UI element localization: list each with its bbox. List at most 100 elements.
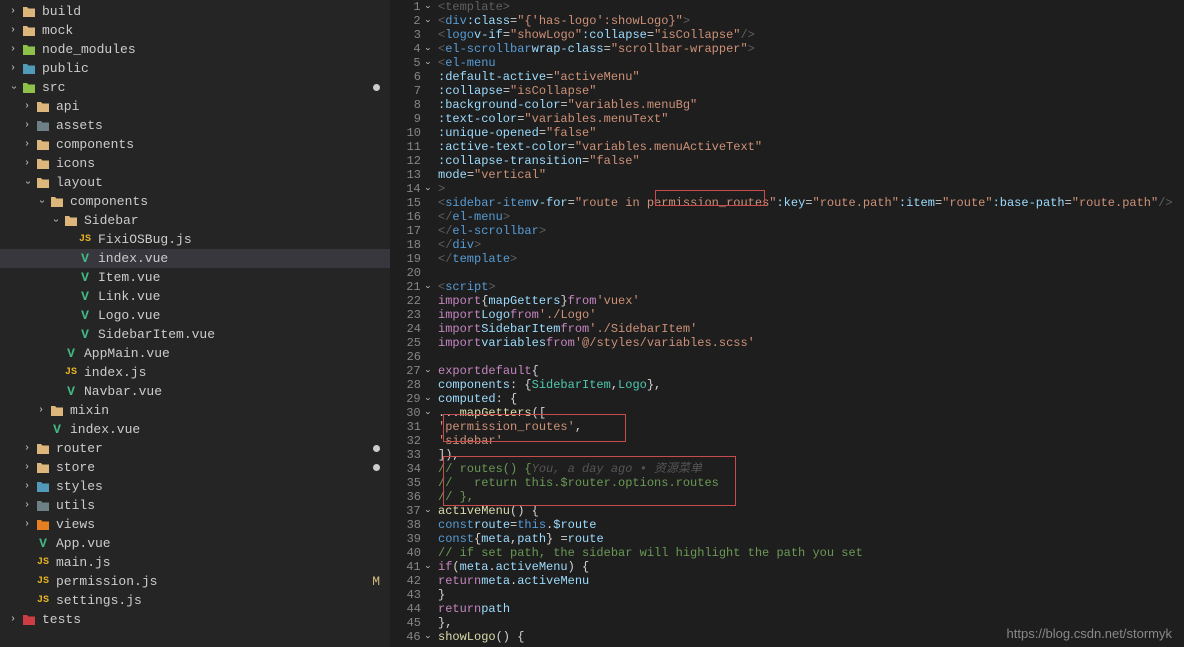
code-line[interactable]: <script> xyxy=(438,280,1184,294)
code-line[interactable]: 'sidebar' xyxy=(438,434,1184,448)
code-line[interactable]: activeMenu() { xyxy=(438,504,1184,518)
code-line[interactable]: const { meta, path } = route xyxy=(438,532,1184,546)
code-line[interactable]: import variables from '@/styles/variable… xyxy=(438,336,1184,350)
expand-arrow-icon[interactable]: › xyxy=(6,82,20,93)
code-line[interactable]: </template> xyxy=(438,252,1184,266)
tree-item-Navbar-vue[interactable]: VNavbar.vue xyxy=(0,382,390,401)
code-line[interactable]: :background-color="variables.menuBg" xyxy=(438,98,1184,112)
code-line[interactable]: // }, xyxy=(438,490,1184,504)
code-line[interactable]: // if set path, the sidebar will highlig… xyxy=(438,546,1184,560)
code-line[interactable]: export default { xyxy=(438,364,1184,378)
tree-item-public[interactable]: ›public xyxy=(0,59,390,78)
code-line[interactable]: computed: { xyxy=(438,392,1184,406)
code-line[interactable]: import { mapGetters } from 'vuex' xyxy=(438,294,1184,308)
code-line[interactable]: <el-menu xyxy=(438,56,1184,70)
code-line[interactable]: ...mapGetters([ xyxy=(438,406,1184,420)
expand-arrow-icon[interactable]: › xyxy=(20,500,34,511)
code-line[interactable]: return path xyxy=(438,602,1184,616)
tree-item-build[interactable]: ›build xyxy=(0,2,390,21)
code-line[interactable]: // routes() { You, a day ago • 资源菜单 xyxy=(438,462,1184,476)
code-line[interactable] xyxy=(438,266,1184,280)
tree-item-store[interactable]: ›store xyxy=(0,458,390,477)
expand-arrow-icon[interactable]: › xyxy=(20,158,34,169)
code-line[interactable]: const route = this.$route xyxy=(438,518,1184,532)
code-line[interactable]: :collapse-transition="false" xyxy=(438,154,1184,168)
tree-item-utils[interactable]: ›utils xyxy=(0,496,390,515)
expand-arrow-icon[interactable]: › xyxy=(20,519,34,530)
tree-item-Item-vue[interactable]: VItem.vue xyxy=(0,268,390,287)
code-line[interactable]: mode="vertical" xyxy=(438,168,1184,182)
tree-item-components[interactable]: ›components xyxy=(0,135,390,154)
code-line[interactable]: import Logo from './Logo' xyxy=(438,308,1184,322)
tree-item-App-vue[interactable]: VApp.vue xyxy=(0,534,390,553)
line-number: 6 xyxy=(390,70,430,84)
tree-item-settings-js[interactable]: JSsettings.js xyxy=(0,591,390,610)
code-line[interactable] xyxy=(438,350,1184,364)
tree-item-router[interactable]: ›router xyxy=(0,439,390,458)
tree-item-src[interactable]: ›src xyxy=(0,78,390,97)
tree-item-index-vue[interactable]: Vindex.vue xyxy=(0,420,390,439)
code-line[interactable]: </div> xyxy=(438,238,1184,252)
code-line[interactable]: </el-scrollbar> xyxy=(438,224,1184,238)
code-line[interactable]: // return this.$router.options.routes xyxy=(438,476,1184,490)
expand-arrow-icon[interactable]: › xyxy=(20,139,34,150)
expand-arrow-icon[interactable]: › xyxy=(20,443,34,454)
expand-arrow-icon[interactable]: › xyxy=(6,6,20,17)
tree-item-mixin[interactable]: ›mixin xyxy=(0,401,390,420)
expand-arrow-icon[interactable]: › xyxy=(20,462,34,473)
code-line[interactable]: components: { SidebarItem, Logo }, xyxy=(438,378,1184,392)
expand-arrow-icon[interactable]: › xyxy=(20,101,34,112)
expand-arrow-icon[interactable]: › xyxy=(34,405,48,416)
tree-item-Link-vue[interactable]: VLink.vue xyxy=(0,287,390,306)
code-line[interactable]: <el-scrollbar wrap-class="scrollbar-wrap… xyxy=(438,42,1184,56)
tree-item-AppMain-vue[interactable]: VAppMain.vue xyxy=(0,344,390,363)
tree-item-Logo-vue[interactable]: VLogo.vue xyxy=(0,306,390,325)
code-line[interactable]: :default-active="activeMenu" xyxy=(438,70,1184,84)
code-line[interactable]: if (meta.activeMenu) { xyxy=(438,560,1184,574)
tree-item-styles[interactable]: ›styles xyxy=(0,477,390,496)
code-line[interactable]: :unique-opened="false" xyxy=(438,126,1184,140)
tree-item-index-vue[interactable]: Vindex.vue xyxy=(0,249,390,268)
code-line[interactable]: > xyxy=(438,182,1184,196)
expand-arrow-icon[interactable]: › xyxy=(34,196,48,207)
tree-item-views[interactable]: ›views xyxy=(0,515,390,534)
code-line[interactable]: :collapse="isCollapse" xyxy=(438,84,1184,98)
tree-item-layout[interactable]: ›layout xyxy=(0,173,390,192)
expand-arrow-icon[interactable]: › xyxy=(20,481,34,492)
tree-item-tests[interactable]: ›tests xyxy=(0,610,390,629)
tree-item-permission-js[interactable]: JSpermission.jsM xyxy=(0,572,390,591)
code-line[interactable]: <logo v-if="showLogo" :collapse="isColla… xyxy=(438,28,1184,42)
tree-item-FixiOSBug-js[interactable]: JSFixiOSBug.js xyxy=(0,230,390,249)
code-line[interactable]: <div :class="{'has-logo':showLogo}"> xyxy=(438,14,1184,28)
tree-item-mock[interactable]: ›mock xyxy=(0,21,390,40)
tree-item-Sidebar[interactable]: ›Sidebar xyxy=(0,211,390,230)
tree-item-api[interactable]: ›api xyxy=(0,97,390,116)
code-line[interactable]: ]), xyxy=(438,448,1184,462)
expand-arrow-icon[interactable]: › xyxy=(20,177,34,188)
tree-item-icons[interactable]: ›icons xyxy=(0,154,390,173)
code-line[interactable]: 'permission_routes', xyxy=(438,420,1184,434)
code-line[interactable]: </el-menu> xyxy=(438,210,1184,224)
code-content[interactable]: <template> <div :class="{'has-logo':show… xyxy=(438,0,1184,647)
expand-arrow-icon[interactable]: › xyxy=(20,120,34,131)
code-line[interactable]: :active-text-color="variables.menuActive… xyxy=(438,140,1184,154)
code-line[interactable]: return meta.activeMenu xyxy=(438,574,1184,588)
code-line[interactable]: :text-color="variables.menuText" xyxy=(438,112,1184,126)
tree-item-main-js[interactable]: JSmain.js xyxy=(0,553,390,572)
code-line[interactable]: } xyxy=(438,588,1184,602)
code-line[interactable]: <sidebar-item v-for="route in permission… xyxy=(438,196,1184,210)
expand-arrow-icon[interactable]: › xyxy=(6,44,20,55)
code-line[interactable]: <template> xyxy=(438,0,1184,14)
tree-item-index-js[interactable]: JSindex.js xyxy=(0,363,390,382)
tree-item-components[interactable]: ›components xyxy=(0,192,390,211)
expand-arrow-icon[interactable]: › xyxy=(6,63,20,74)
tree-item-assets[interactable]: ›assets xyxy=(0,116,390,135)
code-line[interactable]: import SidebarItem from './SidebarItem' xyxy=(438,322,1184,336)
expand-arrow-icon[interactable]: › xyxy=(48,215,62,226)
tree-item-node_modules[interactable]: ›node_modules xyxy=(0,40,390,59)
expand-arrow-icon[interactable]: › xyxy=(6,25,20,36)
code-editor[interactable]: 1›2›34›5›67891011121314›15161718192021›2… xyxy=(390,0,1184,647)
tree-item-SidebarItem-vue[interactable]: VSidebarItem.vue xyxy=(0,325,390,344)
file-explorer-panel[interactable]: ›build›mock›node_modules›public›src›api›… xyxy=(0,0,390,647)
expand-arrow-icon[interactable]: › xyxy=(6,614,20,625)
